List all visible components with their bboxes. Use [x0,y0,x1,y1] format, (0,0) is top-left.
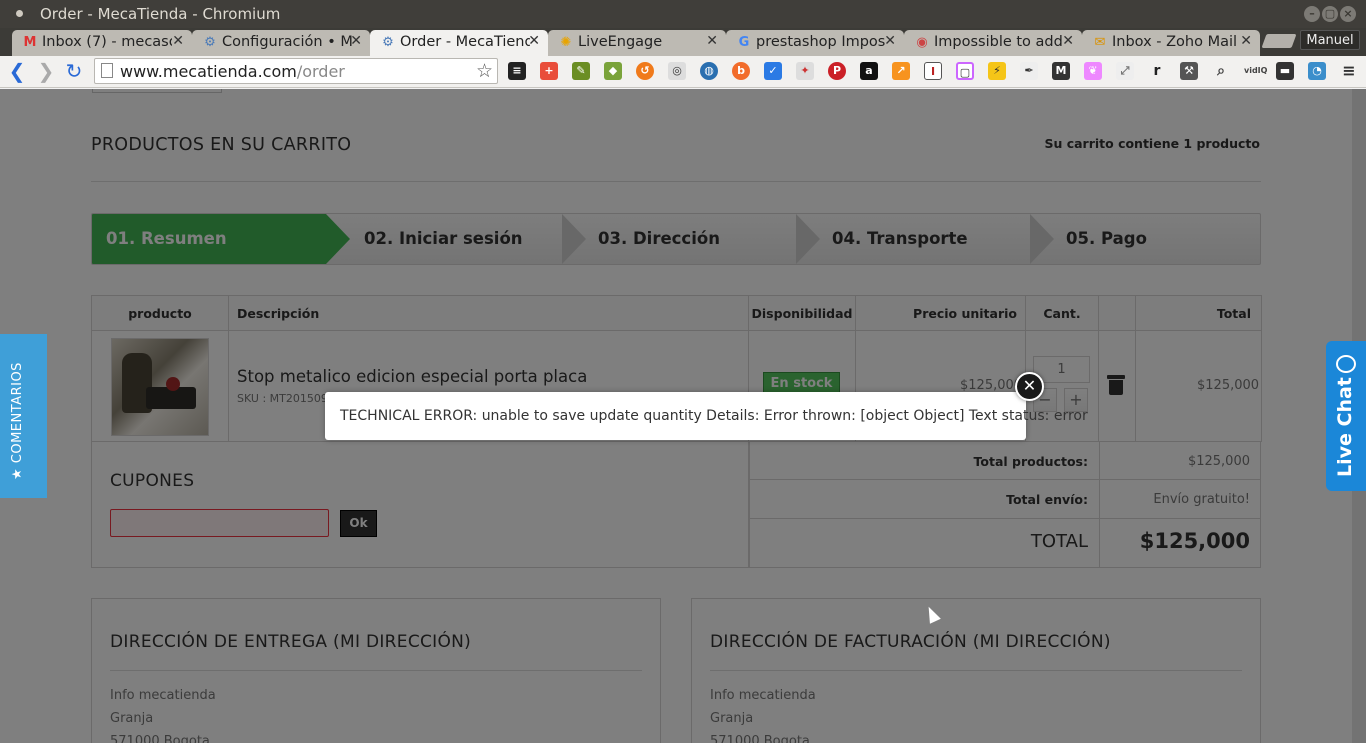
pinterest-icon[interactable]: P [828,62,846,80]
tab-label: Order - MecaTiend [400,34,530,50]
tab-label: Impossible to add [934,34,1063,50]
mail-icon: ✉ [1094,35,1106,50]
url-host: www.mecatienda.com [120,62,297,81]
chat-bubble-icon [1336,355,1356,373]
tab-label: Inbox - Zoho Mail ( [1112,34,1242,50]
wrench-extension-icon[interactable]: ⚒ [1180,62,1198,80]
tab-close-icon[interactable]: ✕ [172,33,184,49]
tab-close-icon[interactable]: ✕ [884,33,896,49]
tab-inbox[interactable]: M Inbox (7) - mecasol ✕ [12,30,192,56]
tab-label: Configuración • Me [222,34,352,50]
tab-strip: M Inbox (7) - mecasol ✕ ⚙ Configuración … [0,28,1366,56]
live-chat-button[interactable]: Live Chat [1326,341,1366,491]
vidiq-icon[interactable]: vidIQ [1244,62,1267,80]
liveengage-icon: ✺ [560,35,572,50]
window-title: Order - MecaTienda - Chromium [40,5,281,23]
gmail-icon: M [23,35,37,50]
live-chat-label: Live Chat [1334,377,1356,477]
tab-close-icon[interactable]: ✕ [528,33,540,49]
prestashop-icon: ⚙ [204,35,216,50]
url-path: /order [296,62,345,81]
maximize-icon[interactable]: ▢ [1322,6,1338,22]
page-icon [101,63,113,78]
minimize-icon[interactable]: – [1304,6,1320,22]
chart-extension-icon[interactable]: ↗ [892,62,910,80]
tab-configuracion[interactable]: ⚙ Configuración • Me ✕ [192,30,370,56]
pen-extension-icon[interactable]: ✎ [572,62,590,80]
bookmark-star-icon[interactable]: ☆ [476,60,493,82]
close-icon[interactable]: ✕ [1015,372,1044,401]
tab-impossible[interactable]: ◉ Impossible to add ✕ [904,30,1082,56]
tab-close-icon[interactable]: ✕ [706,33,718,49]
stack-extension-icon[interactable]: ◆ [604,62,622,80]
tab-zoho[interactable]: ✉ Inbox - Zoho Mail ( ✕ [1082,30,1260,56]
tab-close-icon[interactable]: ✕ [1240,33,1252,49]
gmail-extension-icon[interactable]: M [1052,62,1070,80]
bird-extension-icon[interactable]: ❦ [1084,62,1102,80]
amazon-icon[interactable]: a [860,62,878,80]
lightning-extension-icon[interactable]: ⚡ [988,62,1006,80]
comments-side-tab-label: ★ COMENTARIOS [10,362,25,480]
error-message: TECHNICAL ERROR: unable to save update q… [340,408,1088,424]
error-dialog: TECHNICAL ERROR: unable to save update q… [325,392,1088,440]
forward-icon[interactable]: ❯ [35,60,57,82]
window-extension-icon[interactable]: ▬ [1276,62,1294,80]
reload-icon[interactable]: ↻ [63,60,85,82]
new-tab-button[interactable] [1261,34,1297,48]
rss-extension-icon[interactable]: ◔ [1308,62,1326,80]
forum-icon: ◉ [916,35,928,50]
b-extension-icon[interactable]: b [732,62,750,80]
eye-extension-icon[interactable]: ◎ [668,62,686,80]
resize-extension-icon[interactable]: ⤢ [1116,62,1134,80]
menu-icon[interactable]: ≡ [1340,62,1358,80]
window-menu-icon[interactable] [16,10,23,17]
tab-prestashop-search[interactable]: G prestashop Impos ✕ [726,30,904,56]
tab-close-icon[interactable]: ✕ [1062,33,1074,49]
address-bar[interactable]: www.mecatienda.com/order ☆ [94,58,498,84]
prestashop-icon: ⚙ [382,35,394,50]
tab-label: LiveEngage [578,34,663,50]
buffer-extension-icon[interactable]: ≡ [508,62,526,80]
refresh-extension-icon[interactable]: ↺ [636,62,654,80]
tab-close-icon[interactable]: ✕ [350,33,362,49]
eyedropper-icon[interactable]: ✒ [1020,62,1038,80]
window-titlebar: Order - MecaTienda - Chromium – ▢ × [0,0,1366,28]
back-icon[interactable]: ❮ [6,60,28,82]
magnifier-extension-icon[interactable]: ⌕ [1212,62,1230,80]
tab-order[interactable]: ⚙ Order - MecaTiend ✕ [370,30,548,56]
plus-extension-icon[interactable]: + [540,62,558,80]
tab-label: prestashop Impos [756,34,886,50]
square-extension-icon[interactable]: ▢ [956,62,974,80]
close-window-icon[interactable]: × [1340,6,1356,22]
pin-extension-icon[interactable]: I [924,62,942,80]
profile-button[interactable]: Manuel [1300,30,1360,50]
google-icon: G [738,35,750,50]
tab-liveengage[interactable]: ✺ LiveEngage ✕ [548,30,726,56]
globe-extension-icon[interactable]: ◍ [700,62,718,80]
tab-label: Inbox (7) - mecasol [42,34,172,50]
color-extension-icon[interactable]: ✦ [796,62,814,80]
check-extension-icon[interactable]: ✓ [764,62,782,80]
comments-side-tab[interactable]: ★ COMENTARIOS [0,334,47,498]
r-extension-icon[interactable]: r [1148,62,1166,80]
